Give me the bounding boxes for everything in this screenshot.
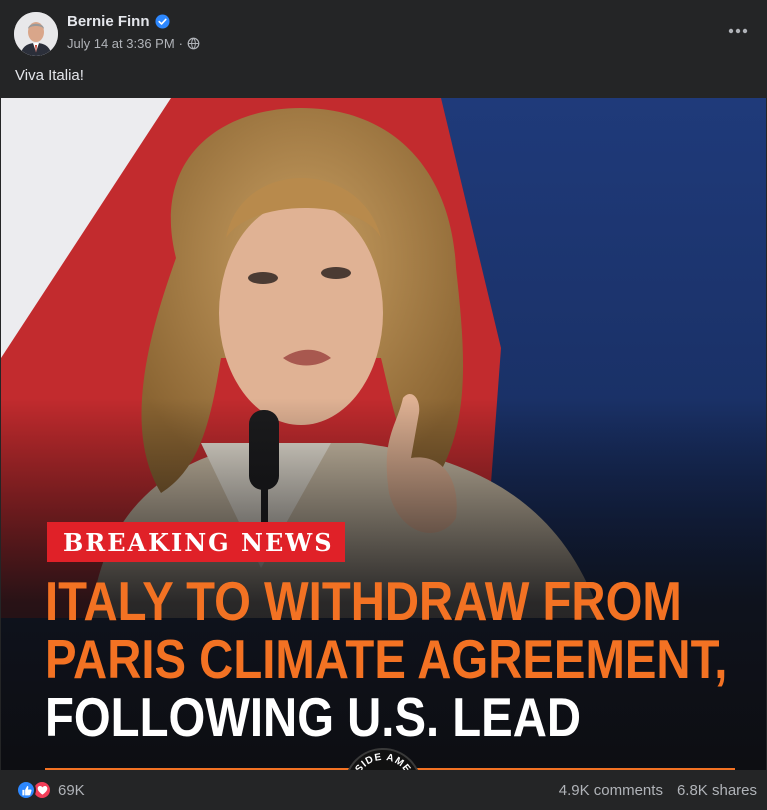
reaction-count: 69K [58,781,85,799]
engagement-stats: 4.9K comments 6.8K shares [559,782,757,799]
post-timestamp[interactable]: July 14 at 3:36 PM [67,36,175,51]
breaking-news-badge: BREAKING NEWS [47,522,345,562]
more-options-icon [728,28,748,34]
headline-line-3: FOLLOWING U.S. LEAD [45,686,582,748]
globe-icon [187,37,200,50]
author-avatar[interactable] [14,12,58,56]
verified-badge-icon [155,14,170,29]
post-meta: July 14 at 3:36 PM · [67,36,200,51]
post-caption: Viva Italia! [15,67,84,84]
publisher-logo: ESIDE AME [344,748,422,770]
like-reaction-icon [16,780,36,800]
author-name[interactable]: Bernie Finn [67,13,150,30]
svg-text:ESIDE AME: ESIDE AME [349,752,413,770]
post-image[interactable]: BREAKING NEWS ITALY TO WITHDRAW FROM PAR… [1,98,766,770]
reactions-summary[interactable]: 69K [16,780,85,800]
shares-count-link[interactable]: 6.8K shares [677,782,757,799]
headline: ITALY TO WITHDRAW FROM PARIS CLIMATE AGR… [45,572,727,746]
headline-line-2: PARIS CLIMATE AGREEMENT, [45,628,728,690]
publisher-logo-text: ESIDE AME [349,752,412,770]
post-footer: 69K 4.9K comments 6.8K shares [0,770,767,810]
comments-count-link[interactable]: 4.9K comments [559,782,663,799]
more-options-button[interactable] [721,16,755,46]
meta-separator: · [178,36,184,51]
breaking-news-label: BREAKING NEWS [63,527,334,557]
post-header: Bernie Finn July 14 at 3:36 PM · [0,0,767,62]
headline-line-1: ITALY TO WITHDRAW FROM [45,570,682,632]
